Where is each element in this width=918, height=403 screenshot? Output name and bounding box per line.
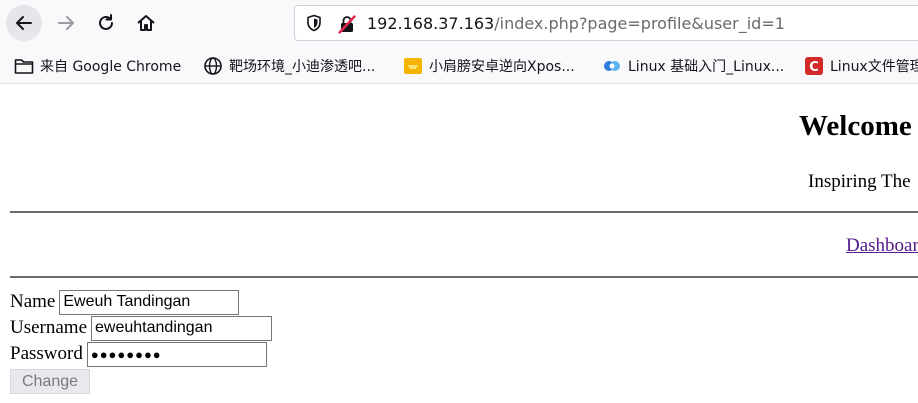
password-label: Password	[10, 343, 83, 364]
bookmark-item[interactable]: 来自 Google Chrome	[14, 55, 181, 77]
red-c-icon: C	[804, 56, 824, 76]
bookmark-item[interactable]: Linux 基础入门_Linux...	[602, 55, 784, 77]
reload-icon	[99, 14, 113, 30]
page-title: Welcome	[799, 110, 912, 142]
password-input[interactable]	[86, 341, 267, 367]
divider	[10, 211, 918, 213]
bookmark-label: 来自 Google Chrome	[40, 59, 182, 75]
username-row: Username	[10, 315, 273, 341]
cloud-icon	[602, 56, 622, 76]
arrow-right-icon	[58, 16, 74, 30]
password-row: Password	[10, 341, 267, 367]
bookmarks-bar: 来自 Google Chrome 靶场环境_小迪渗透吧... 小肩膀安卓逆向Xp…	[0, 47, 918, 84]
browser-toolbar: 192.168.37.163/index.php?page=profile&us…	[0, 0, 918, 47]
globe-icon	[203, 56, 223, 76]
svg-text:C: C	[809, 60, 819, 75]
change-button[interactable]: Change	[10, 369, 90, 394]
address-bar[interactable]: 192.168.37.163/index.php?page=profile&us…	[294, 5, 918, 41]
name-label: Name	[10, 291, 56, 312]
username-label: Username	[10, 317, 88, 338]
home-button[interactable]	[128, 5, 164, 41]
bookmark-label: Linux文件管理	[830, 59, 918, 75]
insecure-lock-icon[interactable]	[337, 14, 357, 39]
url-text: 192.168.37.163/index.php?page=profile&us…	[367, 14, 785, 33]
username-input[interactable]	[91, 315, 273, 341]
dashboard-link[interactable]: Dashboar	[846, 235, 918, 257]
page-content: Welcome Inspiring The Dashboar Name User…	[0, 84, 918, 403]
divider	[10, 276, 918, 278]
bookmark-item[interactable]: C Linux文件管理	[804, 55, 918, 77]
back-button[interactable]	[6, 5, 42, 41]
bookmark-label: Linux 基础入门_Linux...	[628, 59, 785, 75]
url-host: 192.168.37.163	[367, 14, 495, 33]
home-icon	[137, 15, 155, 31]
name-input[interactable]	[59, 289, 240, 315]
url-path: /index.php?page=profile&user_id=1	[494, 14, 785, 33]
forward-button[interactable]	[48, 5, 84, 41]
bookmark-item[interactable]: 靶场环境_小迪渗透吧...	[203, 55, 375, 77]
name-row: Name	[10, 289, 240, 315]
reload-button[interactable]	[88, 5, 124, 41]
bookmark-item[interactable]: 小肩膀安卓逆向Xpos...	[403, 55, 575, 77]
arrow-left-icon	[16, 16, 32, 30]
bookmark-label: 靶场环境_小迪渗透吧...	[229, 59, 376, 75]
page-tagline: Inspiring The	[808, 171, 911, 192]
yellow-card-icon	[403, 56, 423, 76]
folder-icon	[14, 56, 34, 76]
bookmark-label: 小肩膀安卓逆向Xpos...	[429, 59, 575, 75]
tracking-shield-icon[interactable]	[305, 14, 323, 37]
